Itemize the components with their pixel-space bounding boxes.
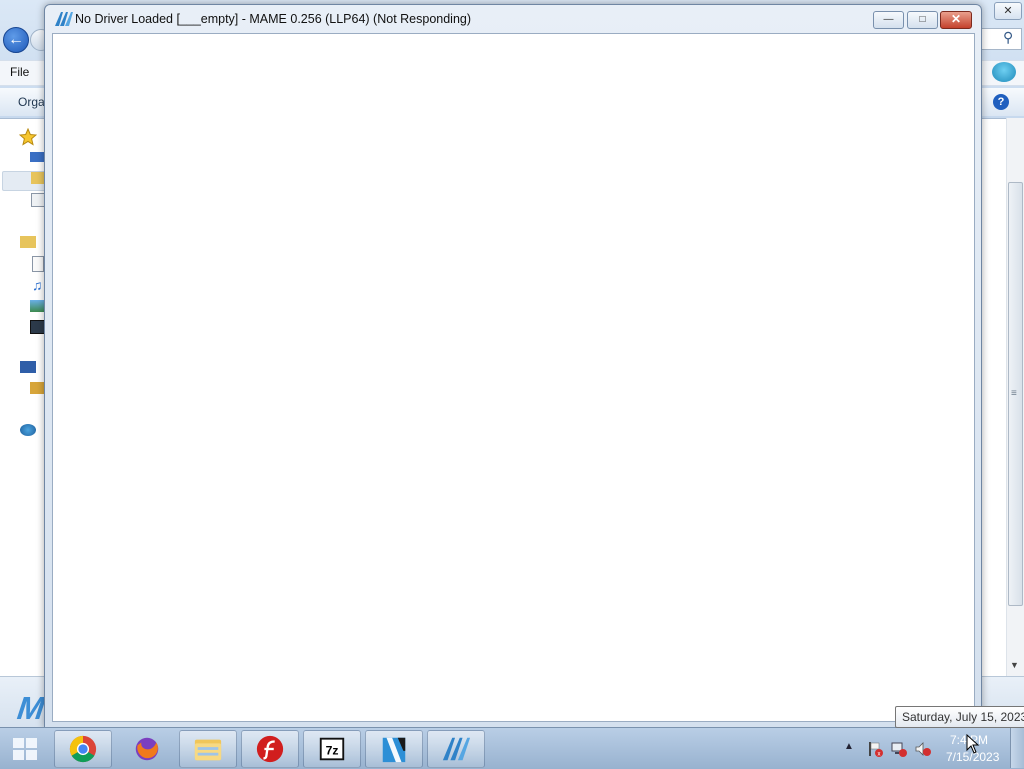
minimize-button[interactable]: —: [873, 11, 904, 29]
taskbar-media-app[interactable]: [365, 730, 423, 768]
taskbar-7zip[interactable]: 7z: [303, 730, 361, 768]
date-tooltip: Saturday, July 15, 2023: [895, 706, 1024, 728]
recent-places-icon[interactable]: [31, 193, 45, 207]
explorer-close-button[interactable]: ✕: [994, 2, 1022, 20]
window-title: No Driver Loaded [___empty] - MAME 0.256…: [75, 12, 472, 26]
favorites-star-icon[interactable]: [19, 128, 37, 146]
mame-logo-icon: [55, 12, 73, 26]
taskbar-mame[interactable]: [427, 730, 485, 768]
music-icon[interactable]: ♫: [32, 277, 44, 293]
search-icon[interactable]: ⚲: [1003, 29, 1013, 46]
7zip-icon: 7z: [319, 737, 345, 761]
close-button[interactable]: ✕: [940, 11, 972, 29]
downloads-folder-icon[interactable]: [31, 172, 45, 184]
mame-logo-icon: [442, 737, 471, 761]
shell-icon[interactable]: [992, 62, 1016, 82]
search-input[interactable]: [980, 28, 1022, 50]
scroll-down-arrow-icon[interactable]: ▼: [1010, 660, 1019, 670]
close-icon: ✕: [950, 12, 962, 26]
show-hidden-icons-arrow-icon[interactable]: ▲: [844, 741, 854, 752]
start-button[interactable]: [4, 731, 46, 765]
help-icon[interactable]: ?: [993, 94, 1009, 110]
taskbar-explorer[interactable]: [179, 730, 237, 768]
minimize-icon: —: [883, 14, 894, 25]
action-center-flag-icon[interactable]: x: [866, 740, 884, 758]
documents-icon[interactable]: [32, 256, 44, 272]
chrome-icon: [69, 735, 97, 763]
local-disk-icon[interactable]: [30, 382, 44, 394]
flash-icon: [256, 735, 284, 763]
clapper-icon: [382, 737, 406, 763]
computer-icon[interactable]: [20, 361, 36, 373]
network-status-icon[interactable]: [890, 740, 908, 758]
organize-button[interactable]: Orga: [18, 95, 45, 109]
taskbar-firefox[interactable]: [118, 730, 176, 768]
volume-muted-icon[interactable]: [914, 740, 932, 758]
mame-titlebar[interactable]: No Driver Loaded [___empty] - MAME 0.256…: [45, 5, 981, 33]
mouse-cursor-icon: [966, 734, 980, 754]
network-icon[interactable]: [20, 424, 36, 436]
maximize-icon: □: [919, 14, 926, 25]
firefox-icon: [135, 737, 159, 761]
mame-window: No Driver Loaded [___empty] - MAME 0.256…: [44, 4, 982, 728]
windows-logo-icon: [13, 738, 37, 760]
mame-render-area[interactable]: [52, 33, 975, 722]
svg-text:x: x: [878, 752, 881, 758]
taskbar-flash[interactable]: [241, 730, 299, 768]
maximize-button[interactable]: □: [907, 11, 938, 29]
show-desktop-button[interactable]: [1010, 728, 1024, 768]
desktop-icon[interactable]: [30, 152, 44, 162]
taskbar-chrome[interactable]: [54, 730, 112, 768]
scrollbar-grip-icon: ≡: [1011, 388, 1017, 399]
folder-icon: [194, 739, 222, 761]
pictures-icon[interactable]: [30, 300, 44, 312]
back-button[interactable]: ←: [3, 27, 29, 53]
menu-file[interactable]: File: [10, 65, 29, 79]
libraries-icon[interactable]: [20, 236, 36, 248]
svg-text:7z: 7z: [326, 744, 339, 758]
